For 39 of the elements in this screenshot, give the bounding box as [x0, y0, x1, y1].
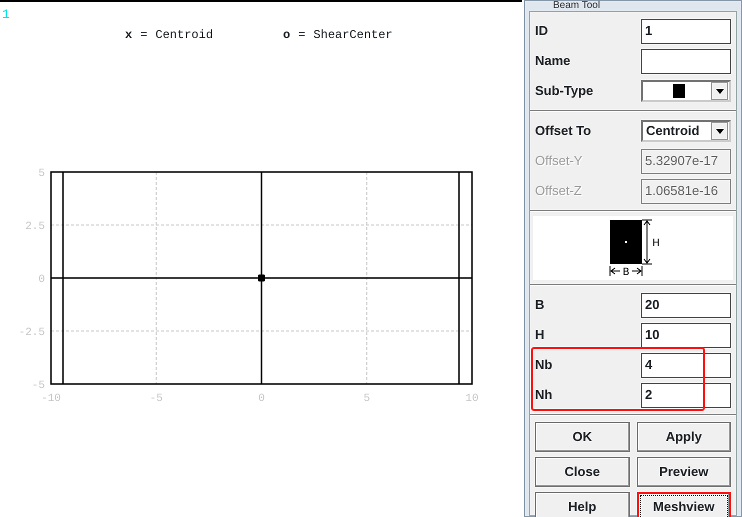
legend-label: ShearCenter	[313, 27, 393, 44]
input-field[interactable]: 4	[641, 352, 731, 378]
dialog-button[interactable]: Meshview	[636, 492, 731, 517]
dropdown[interactable]	[641, 80, 731, 102]
input-field[interactable]: 20	[641, 292, 731, 318]
input-field[interactable]: 2	[641, 382, 731, 408]
viewport-number: 1	[1, 7, 10, 22]
dialog-button[interactable]: Close	[535, 457, 630, 487]
legend-symbol: o	[283, 27, 290, 44]
field-label: Offset-Z	[535, 182, 582, 200]
field-label: Name	[535, 52, 570, 70]
field-label: Nh	[535, 386, 552, 404]
dialog-title: Beam Tool	[552, 1, 602, 11]
input-field[interactable]: 10	[641, 322, 731, 348]
input-field: 1.06581e-16	[641, 178, 731, 204]
dialog-button[interactable]: Apply	[636, 422, 731, 452]
field-label: H	[535, 326, 544, 344]
field-label: Nb	[535, 356, 552, 374]
dialog-button[interactable]: OK	[535, 422, 630, 452]
dialog-button[interactable]: Preview	[636, 457, 731, 487]
legend-label: Centroid	[155, 27, 214, 44]
legend-symbol: x	[125, 27, 132, 44]
filled-square-icon	[672, 84, 684, 98]
shear-center-marker	[258, 274, 265, 282]
input-field: 5.32907e-17	[641, 148, 731, 174]
field-label: Offset-Y	[535, 152, 582, 170]
field-label: Offset To	[535, 122, 592, 140]
field-label: Sub-Type	[535, 82, 594, 100]
caret-icon	[716, 88, 724, 94]
beam-section-drawing: H B	[598, 216, 668, 278]
field-label: B	[535, 296, 544, 314]
dropdown[interactable]: Centroid	[641, 120, 731, 142]
input-field[interactable]	[641, 48, 731, 74]
legend-separator: =	[298, 27, 306, 44]
caret-icon	[716, 128, 724, 134]
dialog-button[interactable]: Help	[535, 492, 630, 517]
legend-separator: =	[140, 27, 148, 44]
field-label: ID	[535, 22, 548, 40]
input-field[interactable]: 1	[641, 18, 731, 44]
